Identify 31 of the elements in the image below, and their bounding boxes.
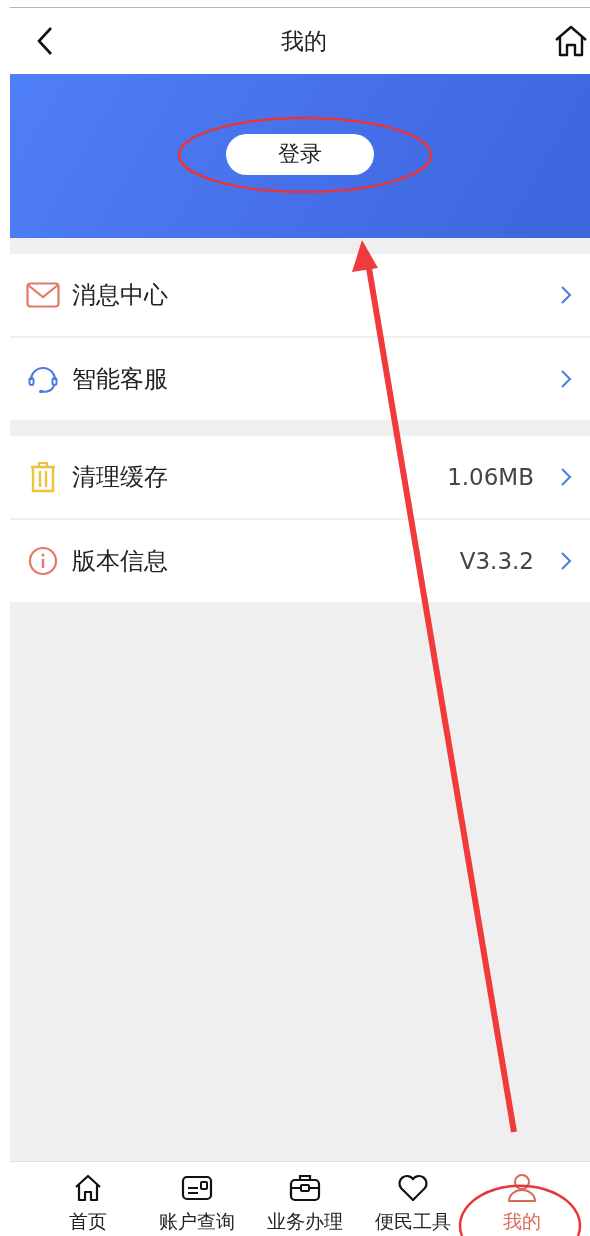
- person-icon: [505, 1173, 538, 1203]
- heart-icon: [397, 1174, 430, 1202]
- home-button[interactable]: [554, 24, 588, 58]
- chevron-icon: [560, 369, 572, 389]
- chevron-icon: [560, 467, 572, 487]
- tab-item[interactable]: 首页: [34, 1162, 143, 1236]
- menu-value: 1.06MB: [447, 464, 534, 490]
- tab-item[interactable]: 便民工具: [359, 1162, 468, 1236]
- chevron-icon: [560, 551, 572, 571]
- briefcase-icon: [289, 1173, 321, 1203]
- page-title: 我的: [281, 26, 327, 56]
- menu-label: 清理缓存: [72, 462, 169, 493]
- back-button[interactable]: [36, 26, 54, 56]
- info-icon: [28, 546, 58, 576]
- trash-icon: [29, 461, 57, 493]
- tab-item[interactable]: 账户查询: [142, 1162, 251, 1236]
- card-icon: [180, 1175, 213, 1201]
- menu-item[interactable]: 智能客服: [10, 338, 590, 420]
- menu-item[interactable]: 版本信息 V3.3.2: [10, 520, 590, 602]
- menu-label: 消息中心: [72, 280, 169, 311]
- tab-item[interactable]: 业务办理: [250, 1162, 360, 1236]
- menu-item[interactable]: 清理缓存 1.06MB: [10, 436, 590, 518]
- back-icon: [36, 26, 54, 56]
- login-button[interactable]: 登录: [226, 133, 374, 175]
- home-icon: [554, 24, 588, 58]
- menu-label: 版本信息: [72, 546, 169, 577]
- menu-value: V3.3.2: [459, 548, 534, 574]
- menu-label: 智能客服: [72, 364, 169, 395]
- envelope-icon: [26, 282, 60, 308]
- chevron-icon: [560, 285, 572, 305]
- menu-item[interactable]: 消息中心: [10, 254, 590, 336]
